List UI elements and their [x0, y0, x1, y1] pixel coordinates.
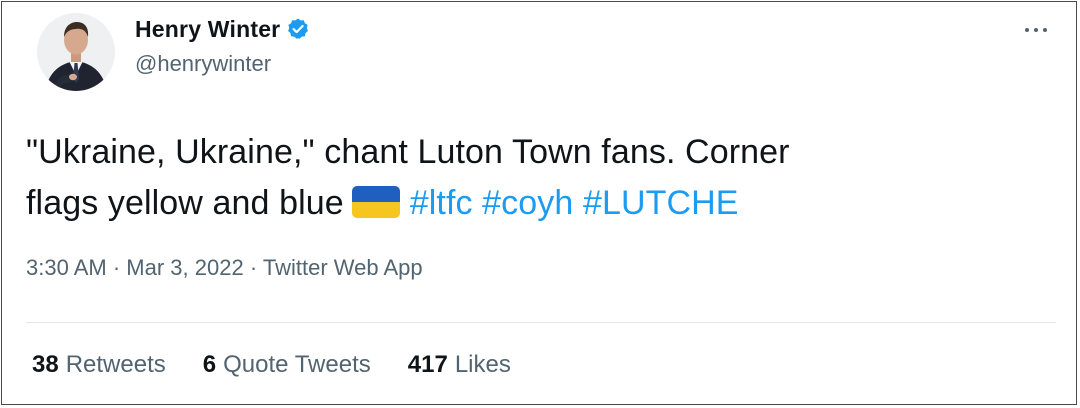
retweets-count: 38 — [32, 351, 59, 378]
profile-photo-icon — [37, 13, 115, 91]
tweet-text-line-1: "Ukraine, Ukraine," chant Luton Town fan… — [26, 133, 790, 171]
hashtag-lutche[interactable]: #LUTCHE — [583, 184, 739, 222]
tweet-text: "Ukraine, Ukraine," chant Luton Town fan… — [26, 127, 1056, 229]
more-horizontal-icon — [1025, 28, 1029, 32]
engagement-stats: 38 Retweets 6 Quote Tweets 417 Likes — [32, 351, 548, 379]
more-dot — [1043, 28, 1047, 32]
likes-count: 417 — [407, 351, 448, 378]
likes-label: Likes — [454, 351, 511, 378]
quote-tweets-count: 6 — [202, 351, 217, 378]
quote-tweets-label: Quote Tweets — [223, 351, 371, 378]
author-handle[interactable]: @henrywinter — [135, 51, 310, 77]
author-avatar[interactable] — [37, 13, 115, 91]
retweets-stat[interactable]: 38 Retweets — [32, 351, 166, 379]
meta-separator: · — [249, 255, 258, 280]
tweet-text-line-2: flags yellow and blue #ltfc #coyh #LUTCHE — [26, 178, 1056, 229]
tweet-meta: 3:30 AM · Mar 3, 2022 · Twitter Web App — [26, 255, 423, 281]
tweet-date[interactable]: Mar 3, 2022 — [126, 255, 243, 280]
tweet-card: Henry Winter @henrywinter "Ukraine, Ukra… — [1, 1, 1077, 405]
more-options-button[interactable] — [1016, 18, 1056, 42]
author-block: Henry Winter @henrywinter — [135, 12, 310, 77]
hashtag-coyh[interactable]: #coyh — [482, 184, 573, 222]
tweet-text-line-2-prefix: flags yellow and blue — [26, 184, 344, 222]
divider — [26, 322, 1056, 323]
ukraine-flag-icon — [351, 182, 400, 218]
likes-stat[interactable]: 417 Likes — [408, 351, 511, 379]
quote-tweets-stat[interactable]: 6 Quote Tweets — [203, 351, 371, 379]
tweet-source[interactable]: Twitter Web App — [263, 255, 423, 280]
tweet-time[interactable]: 3:30 AM — [26, 255, 107, 280]
hashtag-ltfc[interactable]: #ltfc — [410, 184, 473, 222]
verified-badge-icon — [286, 17, 310, 41]
more-dot — [1034, 28, 1038, 32]
author-display-name[interactable]: Henry Winter — [135, 16, 280, 43]
retweets-label: Retweets — [65, 351, 166, 378]
meta-separator: · — [112, 255, 121, 280]
name-row: Henry Winter — [135, 12, 310, 46]
